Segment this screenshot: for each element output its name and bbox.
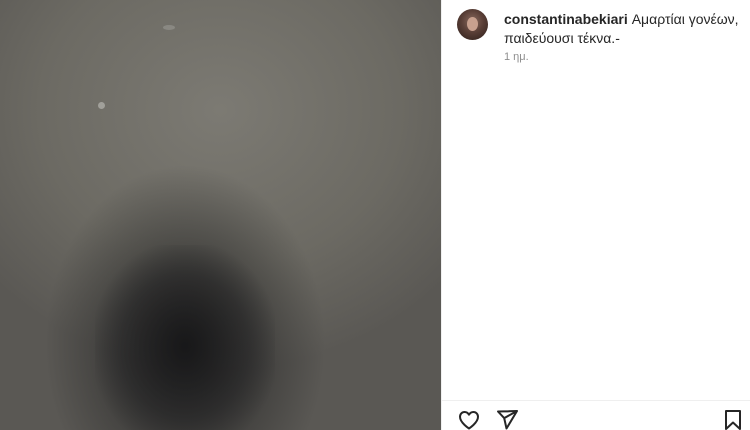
dust-speck xyxy=(98,102,105,109)
paper-plane-icon[interactable] xyxy=(495,408,519,430)
post-timestamp[interactable]: 1 ημ. xyxy=(504,51,529,63)
heart-icon[interactable] xyxy=(457,408,481,430)
post-side-panel: constantinabekiari Αμαρτίαι γονέων, παιδε… xyxy=(442,0,750,430)
username-link[interactable]: constantinabekiari xyxy=(504,11,628,27)
dust-speck xyxy=(163,25,175,30)
bookmark-icon[interactable] xyxy=(721,408,745,430)
avatar[interactable] xyxy=(457,9,488,40)
post-caption: constantinabekiari Αμαρτίαι γονέων, παιδε… xyxy=(504,10,740,48)
actions-divider xyxy=(442,400,750,401)
avatar-face xyxy=(467,17,478,31)
post-photo[interactable] xyxy=(0,0,441,430)
photo-shadow xyxy=(95,245,275,430)
instagram-post-embed: constantinabekiari Αμαρτίαι γονέων, παιδε… xyxy=(0,0,750,430)
